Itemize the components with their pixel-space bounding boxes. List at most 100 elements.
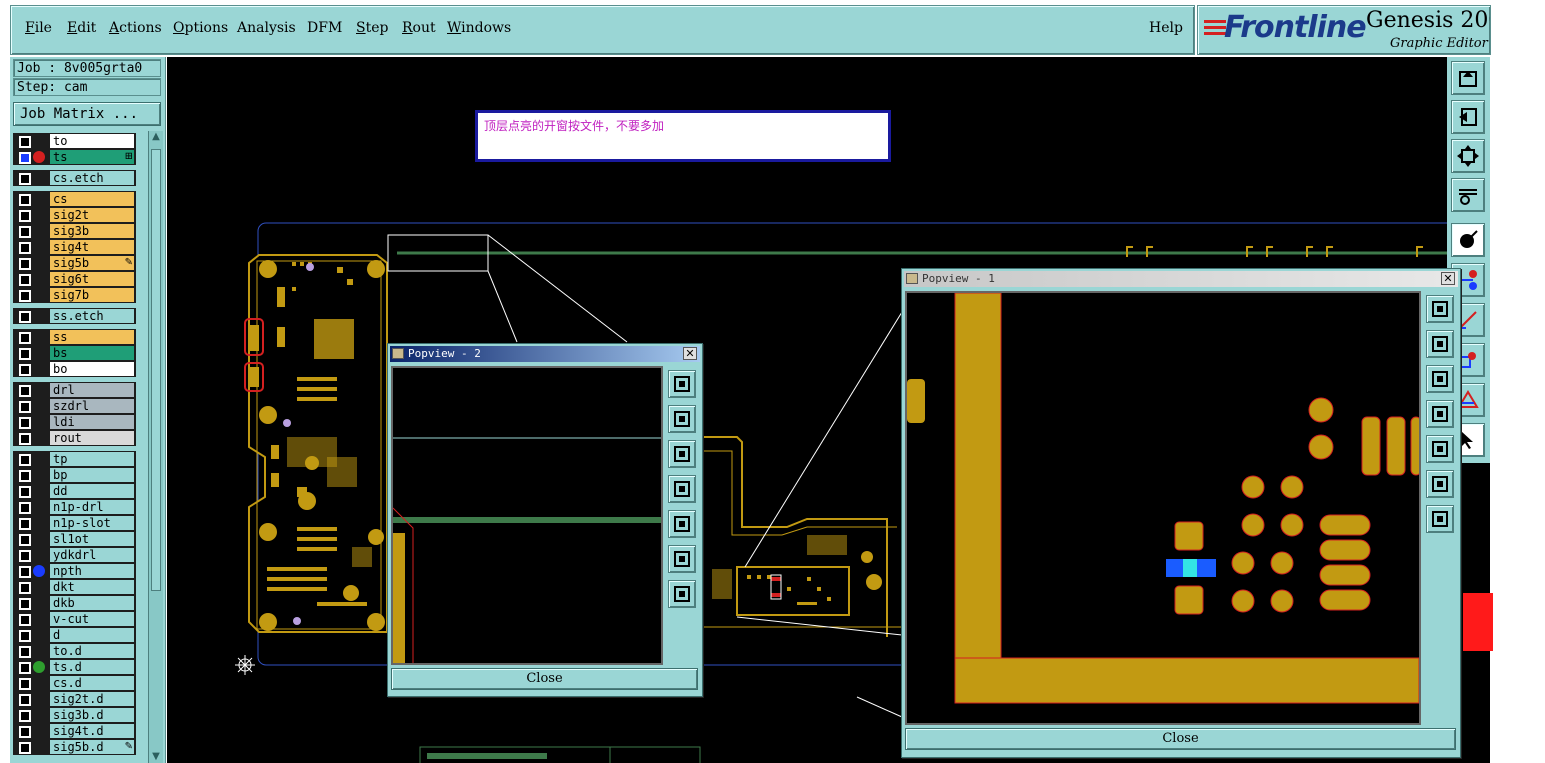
layer-row-bp[interactable]: bp [13, 467, 136, 483]
layer-row-sig6t[interactable]: sig6t [13, 271, 136, 287]
menu-dfm[interactable]: DFM [307, 20, 342, 36]
layer-checkbox[interactable] [19, 566, 31, 578]
layer-row-ydkdrl[interactable]: ydkdrl [13, 547, 136, 563]
layer-row-sig4t[interactable]: sig4t [13, 239, 136, 255]
layer-checkbox[interactable] [19, 598, 31, 610]
layer-row-n1p-slot[interactable]: n1p-slot [13, 515, 136, 531]
layer-checkbox[interactable] [19, 662, 31, 674]
layer-checkbox[interactable] [19, 614, 31, 626]
layer-checkbox[interactable] [19, 226, 31, 238]
fit-button[interactable] [668, 545, 696, 573]
layer-checkbox[interactable] [19, 173, 31, 185]
layer-checkbox[interactable] [19, 710, 31, 722]
layer-row-ss.etch[interactable]: ss.etch [13, 308, 136, 324]
menu-options[interactable]: Options [173, 20, 228, 36]
fit-button[interactable] [1426, 470, 1454, 498]
popview-1-title-bar[interactable]: Popview - 1 ✕ [904, 271, 1458, 287]
layer-row-sig5b.d[interactable]: sig5b.d ✎ [13, 739, 136, 755]
layer-checkbox[interactable] [19, 401, 31, 413]
layer-checkbox[interactable] [19, 534, 31, 546]
layer-checkbox[interactable] [19, 518, 31, 530]
layer-checkbox[interactable] [19, 210, 31, 222]
pan-right-button[interactable] [1426, 435, 1454, 463]
menu-help[interactable]: Help [1149, 20, 1183, 36]
layer-row-tp[interactable]: tp [13, 451, 136, 467]
layer-row-cs.etch[interactable]: cs.etch [13, 170, 136, 186]
zoom-previous-button[interactable] [1451, 100, 1485, 134]
settings-button[interactable] [1451, 178, 1485, 212]
layer-row-to.d[interactable]: to.d [13, 643, 136, 659]
menu-file[interactable]: File [25, 20, 52, 36]
layer-checkbox[interactable] [19, 742, 31, 754]
layer-checkbox[interactable] [19, 348, 31, 360]
layer-checkbox[interactable] [19, 242, 31, 254]
job-matrix-button[interactable]: Job Matrix ... [13, 102, 161, 126]
layer-row-sig2t[interactable]: sig2t [13, 207, 136, 223]
layer-checkbox[interactable] [19, 582, 31, 594]
layer-checkbox[interactable] [19, 646, 31, 658]
layer-row-drl[interactable]: drl [13, 382, 136, 398]
center-button[interactable] [668, 580, 696, 608]
close-icon[interactable]: ✕ [1441, 272, 1455, 285]
layer-row-to[interactable]: to [13, 133, 136, 149]
layer-row-rout[interactable]: rout [13, 430, 136, 446]
layer-row-sl1ot[interactable]: sl1ot [13, 531, 136, 547]
layer-checkbox[interactable] [19, 470, 31, 482]
menu-edit[interactable]: Edit [67, 20, 96, 36]
layer-row-dkb[interactable]: dkb [13, 595, 136, 611]
zoom-out-button[interactable] [1426, 365, 1454, 393]
popview-1-close-button[interactable]: Close [905, 728, 1456, 750]
layer-checkbox[interactable] [19, 550, 31, 562]
popview-2-view[interactable] [391, 366, 663, 665]
layer-checkbox[interactable] [19, 454, 31, 466]
layer-checkbox[interactable] [19, 194, 31, 206]
zoom-in-button[interactable] [1426, 330, 1454, 358]
layer-checkbox[interactable] [19, 433, 31, 445]
layer-row-sig7b[interactable]: sig7b [13, 287, 136, 303]
scroll-down-icon[interactable]: ▼ [150, 751, 162, 763]
layer-row-dkt[interactable]: dkt [13, 579, 136, 595]
layer-row-n1p-drl[interactable]: n1p-drl [13, 499, 136, 515]
center-button[interactable] [1426, 505, 1454, 533]
layer-row-ts[interactable]: ts ⊞ [13, 149, 136, 165]
layer-row-szdrl[interactable]: szdrl [13, 398, 136, 414]
fit-view-button[interactable] [1451, 139, 1485, 173]
layer-row-sig2t.d[interactable]: sig2t.d [13, 691, 136, 707]
layer-checkbox[interactable] [19, 290, 31, 302]
popview-2-close-button[interactable]: Close [391, 668, 698, 690]
layer-checkbox[interactable] [19, 417, 31, 429]
layer-checkbox[interactable] [19, 136, 31, 148]
layer-checkbox[interactable] [19, 258, 31, 270]
layer-row-v-cut[interactable]: v-cut [13, 611, 136, 627]
layer-row-cs.d[interactable]: cs.d [13, 675, 136, 691]
layer-row-ts.d[interactable]: ts.d [13, 659, 136, 675]
scroll-thumb[interactable] [151, 149, 161, 591]
menu-step[interactable]: Step [356, 20, 388, 36]
scroll-up-icon[interactable]: ▲ [150, 131, 162, 143]
layer-checkbox[interactable] [19, 502, 31, 514]
pan-right-button[interactable] [668, 510, 696, 538]
zoom-home-button[interactable] [1451, 61, 1485, 95]
layer-list-scrollbar[interactable]: ▲ ▼ [148, 131, 163, 763]
pan-left-button[interactable] [1426, 400, 1454, 428]
layer-checkbox[interactable] [19, 630, 31, 642]
layer-checkbox[interactable] [19, 152, 31, 164]
layer-checkbox[interactable] [19, 274, 31, 286]
close-icon[interactable]: ✕ [683, 347, 697, 360]
layer-row-d[interactable]: d [13, 627, 136, 643]
menu-actions[interactable]: Actions [109, 20, 162, 36]
zoom-window-button[interactable] [1426, 295, 1454, 323]
layer-row-bs[interactable]: bs [13, 345, 136, 361]
layer-row-sig3b[interactable]: sig3b [13, 223, 136, 239]
layer-checkbox[interactable] [19, 694, 31, 706]
layer-row-ss[interactable]: ss [13, 329, 136, 345]
menu-analysis[interactable]: Analysis [237, 20, 296, 36]
snap-button[interactable] [1451, 223, 1485, 257]
layer-row-sig3b.d[interactable]: sig3b.d [13, 707, 136, 723]
menu-rout[interactable]: Rout [402, 20, 436, 36]
layer-row-ldi[interactable]: ldi [13, 414, 136, 430]
layer-checkbox[interactable] [19, 385, 31, 397]
popview-1-view[interactable] [905, 291, 1421, 725]
layer-row-sig5b[interactable]: sig5b ✎ [13, 255, 136, 271]
pan-left-button[interactable] [668, 475, 696, 503]
